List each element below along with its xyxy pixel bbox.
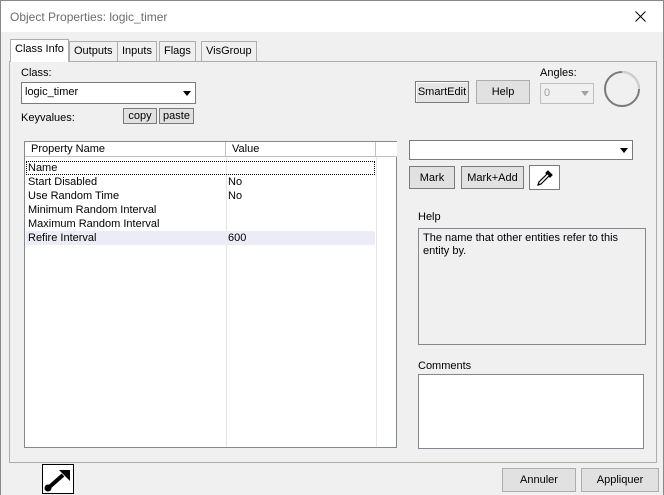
close-button[interactable] (617, 1, 663, 32)
property-list[interactable]: Property Name Value Name Start Disabled … (24, 141, 397, 448)
column-header-property-name[interactable]: Property Name (25, 142, 226, 157)
help-button[interactable]: Help (476, 80, 530, 104)
table-row[interactable]: Start Disabled No (26, 175, 375, 189)
table-row[interactable]: Use Random Time No (26, 189, 375, 203)
help-text: The name that other entities refer to th… (418, 228, 646, 345)
help-title: Help (418, 211, 441, 223)
title-bar[interactable]: Object Properties: logic_timer (1, 1, 663, 32)
column-header-spacer (376, 142, 397, 157)
property-name: Name (28, 162, 58, 174)
class-combo[interactable]: logic_timer (21, 82, 196, 104)
pin-icon (44, 470, 70, 492)
mark-add-button[interactable]: Mark+Add (461, 166, 524, 189)
property-name: Maximum Random Interval (28, 218, 160, 230)
property-name: Start Disabled (28, 176, 98, 188)
apply-button[interactable]: Appliquer (581, 468, 659, 492)
object-properties-window: Object Properties: logic_timer Class Inf… (0, 0, 664, 495)
eyedropper-icon (536, 169, 553, 186)
table-row[interactable]: Maximum Random Interval (26, 217, 375, 231)
property-name: Use Random Time (28, 190, 120, 202)
comments-input[interactable] (418, 374, 644, 449)
column-header-value[interactable]: Value (226, 142, 376, 157)
window-title: Object Properties: logic_timer (10, 10, 168, 24)
chevron-down-icon[interactable] (616, 142, 631, 158)
property-value: 600 (228, 232, 247, 244)
tab-inputs[interactable]: Inputs (117, 41, 157, 61)
chevron-down-icon[interactable] (179, 84, 194, 102)
angle-dial-icon[interactable] (600, 67, 644, 111)
tab-class-info[interactable]: Class Info (10, 39, 69, 62)
property-value: No (228, 190, 243, 202)
table-row[interactable]: Refire Interval 600 (26, 231, 375, 245)
keyvalues-label: Keyvalues: (21, 112, 75, 124)
angles-label: Angles: (540, 67, 577, 79)
tab-flags[interactable]: Flags (159, 41, 196, 61)
table-row[interactable]: Name (26, 161, 375, 175)
chevron-down-icon[interactable] (577, 85, 592, 102)
copy-button[interactable]: copy (123, 108, 157, 124)
angles-combo[interactable]: 0 (540, 83, 594, 104)
eyedropper-button[interactable] (529, 165, 560, 190)
property-name: Refire Interval (28, 232, 97, 244)
class-combo-value: logic_timer (25, 86, 79, 98)
property-name: Minimum Random Interval (28, 204, 157, 216)
value-combo[interactable] (409, 140, 633, 160)
table-row[interactable]: Minimum Random Interval (26, 203, 375, 217)
smartedit-button[interactable]: SmartEdit (415, 81, 469, 103)
tab-visgroup[interactable]: VisGroup (201, 41, 257, 61)
class-label: Class: (21, 67, 52, 79)
column-divider (376, 157, 377, 447)
comments-title: Comments (418, 360, 472, 372)
paste-button[interactable]: paste (159, 108, 194, 124)
pin-button[interactable] (42, 464, 74, 494)
property-value: No (228, 176, 243, 188)
class-info-panel: Class: logic_timer Keyvalues: copy paste… (9, 61, 657, 463)
angles-combo-value: 0 (544, 87, 551, 99)
close-icon (634, 11, 646, 22)
tab-outputs[interactable]: Outputs (69, 41, 118, 61)
cancel-button[interactable]: Annuler (502, 468, 576, 492)
mark-button[interactable]: Mark (409, 166, 455, 189)
